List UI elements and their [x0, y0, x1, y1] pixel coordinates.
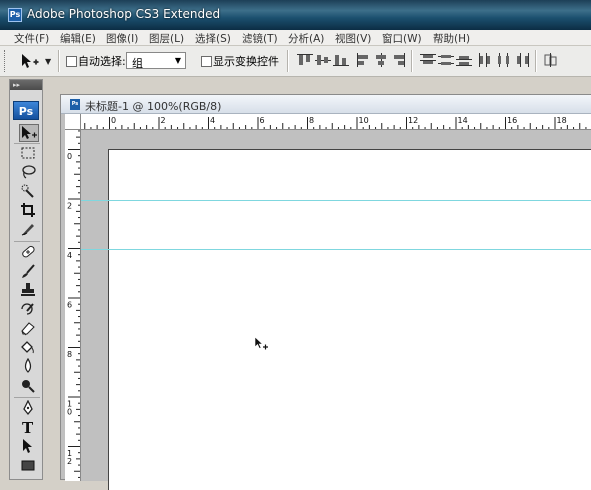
crop-tool-icon[interactable] [19, 202, 39, 220]
chevron-down-icon: ▼ [174, 56, 181, 65]
pen-tool-icon[interactable] [19, 400, 39, 418]
menubar: 文件(F) 编辑(E) 图像(I) 图层(L) 选择(S) 滤镜(T) 分析(A… [0, 30, 591, 46]
align-bottom-icon[interactable] [332, 52, 350, 68]
window-titlebar[interactable]: Ps Adobe Photoshop CS3 Extended [0, 0, 591, 30]
menu-window[interactable]: 窗口(W) [382, 31, 422, 46]
ruler-label: 4 [67, 251, 72, 260]
marquee-tool-icon[interactable] [19, 145, 39, 163]
menu-help[interactable]: 帮助(H) [433, 31, 470, 46]
quick-selection-tool-icon[interactable] [19, 183, 39, 201]
ruler-label: 14 [458, 116, 468, 125]
ruler-label: 8 [67, 350, 72, 359]
photoshop-logo[interactable]: Ps [13, 101, 39, 120]
options-bar-grip[interactable] [4, 50, 7, 72]
distribute-left-icon[interactable] [477, 52, 495, 68]
ruler-label: 0 [67, 152, 72, 161]
auto-select-label: 自动选择: [78, 55, 126, 68]
tools-panel: ▸▸ Ps T [9, 79, 43, 480]
document-window: Ps 未标题-1 @ 100%(RGB/8) 0 2 4 6 8 10 12 14 16 18 0… [60, 94, 591, 490]
move-cursor-icon [254, 336, 268, 350]
distribute-right-icon[interactable] [513, 52, 531, 68]
horizontal-guide[interactable] [81, 200, 591, 201]
document-title: 未标题-1 @ 100%(RGB/8) [85, 100, 222, 113]
ruler-label: 8 [309, 116, 314, 125]
tool-preset-picker[interactable]: ▼ [10, 50, 54, 72]
type-tool-icon[interactable]: T [19, 419, 39, 437]
rectangle-tool-icon[interactable] [19, 457, 39, 475]
history-brush-tool-icon[interactable] [19, 301, 39, 319]
horizontal-ruler[interactable]: 0 2 4 6 8 10 12 14 16 18 [81, 114, 591, 130]
svg-text:T: T [22, 419, 34, 435]
auto-select-value: 组 [132, 57, 143, 70]
path-selection-tool-icon[interactable] [19, 438, 39, 456]
distribute-vcenter-icon[interactable] [437, 52, 455, 68]
slice-tool-icon[interactable] [19, 221, 39, 239]
ruler-label: 6 [67, 301, 72, 310]
chevron-down-icon: ▼ [45, 57, 52, 66]
auto-select-dropdown[interactable]: 组 ▼ [126, 52, 186, 70]
ruler-label: 2 [67, 202, 72, 211]
window-title: Adobe Photoshop CS3 Extended [27, 7, 221, 21]
document-ps-icon: Ps [70, 99, 80, 110]
menu-file[interactable]: 文件(F) [14, 31, 49, 46]
spot-healing-brush-tool-icon[interactable] [19, 244, 39, 262]
ruler-label: 2 [161, 116, 166, 125]
options-divider [411, 50, 413, 72]
menu-filter[interactable]: 滤镜(T) [242, 31, 278, 46]
align-right-icon[interactable] [390, 52, 408, 68]
tools-panel-header[interactable]: ▸▸ [10, 80, 42, 90]
menu-view[interactable]: 视图(V) [335, 31, 371, 46]
menu-analysis[interactable]: 分析(A) [288, 31, 324, 46]
dodge-tool-icon[interactable] [19, 377, 39, 395]
ruler-label: 16 [507, 116, 517, 125]
options-divider [535, 50, 537, 72]
eraser-tool-icon[interactable] [19, 320, 39, 338]
align-horizontal-centers-icon[interactable] [372, 52, 390, 68]
menu-layer[interactable]: 图层(L) [149, 31, 184, 46]
pasteboard [81, 130, 591, 490]
align-top-icon[interactable] [296, 52, 314, 68]
document-titlebar[interactable]: Ps 未标题-1 @ 100%(RGB/8) [61, 95, 591, 114]
distribute-bottom-icon[interactable] [455, 52, 473, 68]
menu-select[interactable]: 选择(S) [195, 31, 231, 46]
ruler-label: 18 [557, 116, 567, 125]
distribute-top-icon[interactable] [419, 52, 437, 68]
paint-bucket-tool-icon[interactable] [19, 339, 39, 357]
ruler-label: 0 [111, 116, 116, 125]
show-transform-controls-checkbox[interactable] [201, 56, 212, 67]
ruler-label: 12 [408, 116, 418, 125]
clone-stamp-tool-icon[interactable] [19, 282, 39, 300]
auto-align-layers-icon[interactable] [542, 52, 560, 68]
vertical-ruler[interactable]: 024681012 [65, 130, 81, 481]
move-tool-icon [22, 54, 39, 68]
menu-image[interactable]: 图像(I) [106, 31, 138, 46]
align-left-icon[interactable] [354, 52, 372, 68]
distribute-hcenter-icon[interactable] [495, 52, 513, 68]
ruler-label: 6 [260, 116, 265, 125]
move-tool-icon[interactable] [19, 124, 39, 142]
tools-divider [14, 397, 40, 398]
brush-tool-icon[interactable] [19, 263, 39, 281]
blur-tool-icon[interactable] [19, 358, 39, 376]
ruler-label: 10 [359, 116, 369, 125]
show-transform-controls-label: 显示变换控件 [213, 55, 279, 68]
lasso-tool-icon[interactable] [19, 164, 39, 182]
photoshop-app-icon[interactable]: Ps [8, 8, 22, 22]
horizontal-guide[interactable] [81, 249, 591, 250]
tools-divider [14, 241, 40, 242]
align-vertical-centers-icon[interactable] [314, 52, 332, 68]
options-divider [287, 50, 289, 72]
options-divider [58, 50, 60, 72]
ruler-label: 0 [67, 408, 72, 417]
menu-edit[interactable]: 编辑(E) [60, 31, 96, 46]
ruler-label: 4 [210, 116, 215, 125]
tools-divider [14, 143, 40, 144]
auto-select-checkbox[interactable] [66, 56, 77, 67]
ruler-label: 2 [67, 457, 72, 466]
ruler-origin[interactable] [65, 114, 81, 130]
